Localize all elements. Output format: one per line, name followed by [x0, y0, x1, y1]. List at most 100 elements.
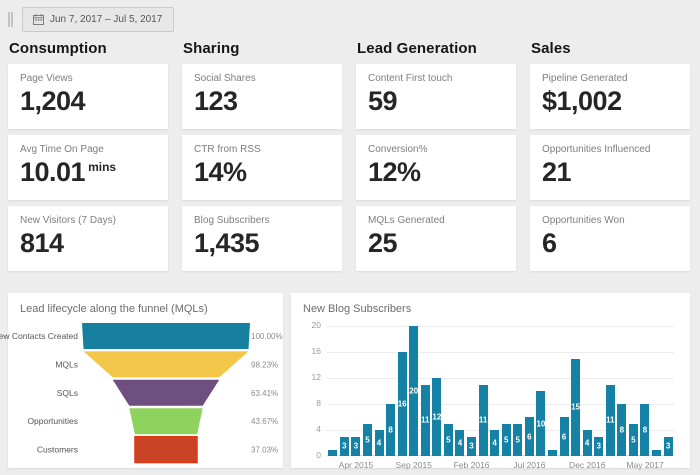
- bar-value-label: 8: [637, 426, 652, 435]
- metric-card-ctr-from-rss[interactable]: CTR from RSS 14%: [182, 135, 342, 200]
- funnel-stage-label: New Contacts Created: [0, 331, 78, 341]
- funnel-chart: New Contacts Created100.00%MQLs98.23%SQL…: [8, 318, 283, 466]
- metric-label: CTR from RSS: [194, 144, 330, 155]
- metric-card-content-first-touch[interactable]: Content First touch 59: [356, 64, 516, 129]
- metric-card-page-views[interactable]: Page Views 1,204: [8, 64, 168, 129]
- y-axis-tick-label: 16: [301, 346, 321, 356]
- bar[interactable]: 8: [617, 404, 626, 456]
- metric-label: Blog Subscribers: [194, 215, 330, 226]
- y-axis-tick-label: 4: [301, 424, 321, 434]
- funnel-stage-label: Opportunities: [27, 416, 78, 426]
- metric-card-opportunities-won[interactable]: Opportunities Won 6: [530, 206, 690, 271]
- bar-value-label: 8: [614, 426, 629, 435]
- funnel-stage-label: Customers: [37, 445, 78, 455]
- funnel-stage-percent: 100.00%: [251, 332, 283, 341]
- metric-card-blog-subscribers[interactable]: Blog Subscribers 1,435: [182, 206, 342, 271]
- metric-card-conversion[interactable]: Conversion% 12%: [356, 135, 516, 200]
- bar-value-label: 6: [522, 432, 537, 441]
- section-header: Consumption: [9, 40, 168, 57]
- bar[interactable]: 16: [398, 352, 407, 456]
- metric-value: 123: [194, 88, 330, 115]
- bar-series: 33548162011125431145561061543118583: [327, 326, 674, 456]
- calendar-icon: [33, 14, 44, 25]
- metric-label: Pipeline Generated: [542, 73, 678, 84]
- bar-value-label: 8: [383, 426, 398, 435]
- bar[interactable]: 12: [432, 378, 441, 456]
- metric-unit: mins: [88, 160, 116, 174]
- metric-value: 1,435: [194, 230, 330, 257]
- x-axis-tick-label: Sep 2015: [396, 460, 432, 470]
- funnel-segment-sqls[interactable]: [113, 380, 220, 406]
- metric-card-avg-time-on-page[interactable]: Avg Time On Page 10.01mins: [8, 135, 168, 200]
- metric-card-pipeline-generated[interactable]: Pipeline Generated $1,002: [530, 64, 690, 129]
- funnel-segment-customers[interactable]: [135, 437, 197, 463]
- metric-value: 1,204: [20, 88, 156, 115]
- bottom-charts-row: Lead lifecycle along the funnel (MQLs) N…: [8, 293, 690, 468]
- column-consumption: Consumption Page Views 1,204 Avg Time On…: [8, 38, 168, 277]
- bar-value-label: 10: [533, 419, 548, 428]
- metric-label: MQLs Generated: [368, 215, 504, 226]
- bar[interactable]: 3: [594, 437, 603, 457]
- metric-label: Opportunities Won: [542, 215, 678, 226]
- y-axis-tick-label: 0: [301, 450, 321, 460]
- metric-card-opportunities-influenced[interactable]: Opportunities Influenced 21: [530, 135, 690, 200]
- funnel-segment-mqls[interactable]: [83, 351, 248, 377]
- date-range-picker[interactable]: Jun 7, 2017 – Jul 5, 2017: [22, 7, 174, 32]
- bar[interactable]: 20: [409, 326, 418, 456]
- bar-value-label: 3: [661, 442, 676, 451]
- y-axis-tick-label: 12: [301, 372, 321, 382]
- funnel-segment-new-contacts-created[interactable]: [82, 323, 250, 349]
- bar-value-label: 12: [429, 413, 444, 422]
- metric-label: Conversion%: [368, 144, 504, 155]
- bar-chart-title: New Blog Subscribers: [303, 303, 676, 315]
- bar-value-label: 4: [372, 439, 387, 448]
- x-axis-tick-label: May 2017: [626, 460, 663, 470]
- bar-value-label: 11: [476, 416, 491, 425]
- date-range-label: Jun 7, 2017 – Jul 5, 2017: [50, 14, 162, 25]
- bar[interactable]: 10: [536, 391, 545, 456]
- x-axis-tick-label: Jul 2016: [513, 460, 545, 470]
- bar[interactable]: 6: [560, 417, 569, 456]
- metric-card-new-visitors[interactable]: New Visitors (7 Days) 814: [8, 206, 168, 271]
- bar-value-label: 16: [395, 400, 410, 409]
- metric-label: Opportunities Influenced: [542, 144, 678, 155]
- section-header: Sales: [531, 40, 690, 57]
- funnel-segment-opportunities[interactable]: [129, 408, 202, 434]
- metric-label: Content First touch: [368, 73, 504, 84]
- funnel-chart-panel: Lead lifecycle along the funnel (MQLs) N…: [8, 293, 283, 468]
- metric-value: 21: [542, 159, 678, 186]
- x-axis-tick-label: Feb 2016: [454, 460, 490, 470]
- x-axis-tick-label: Dec 2016: [569, 460, 605, 470]
- funnel-stage-label: MQLs: [55, 359, 78, 369]
- column-lead-generation: Lead Generation Content First touch 59 C…: [356, 38, 516, 277]
- metric-label: Page Views: [20, 73, 156, 84]
- metric-value: 814: [20, 230, 156, 257]
- bar[interactable]: 8: [640, 404, 649, 456]
- funnel-stage-label: SQLs: [57, 388, 78, 398]
- metric-value: 10.01mins: [20, 159, 156, 186]
- metric-value: $1,002: [542, 88, 678, 115]
- bar[interactable]: 3: [467, 437, 476, 457]
- bar-value-label: 20: [406, 387, 421, 396]
- section-header: Sharing: [183, 40, 342, 57]
- bar[interactable]: 3: [664, 437, 673, 457]
- column-sales: Sales Pipeline Generated $1,002 Opportun…: [530, 38, 690, 277]
- column-sharing: Sharing Social Shares 123 CTR from RSS 1…: [182, 38, 342, 277]
- metric-label: Social Shares: [194, 73, 330, 84]
- section-header: Lead Generation: [357, 40, 516, 57]
- funnel-stage-percent: 43.67%: [251, 417, 278, 426]
- metric-card-social-shares[interactable]: Social Shares 123: [182, 64, 342, 129]
- bar-value-label: 11: [603, 416, 618, 425]
- metric-card-mqls-generated[interactable]: MQLs Generated 25: [356, 206, 516, 271]
- metric-label: Avg Time On Page: [20, 144, 156, 155]
- metric-value: 14%: [194, 159, 330, 186]
- metric-value: 6: [542, 230, 678, 257]
- x-axis-labels: Apr 2015Sep 2015Feb 2016Jul 2016Dec 2016…: [327, 456, 674, 472]
- bar-chart-plot-area: 33548162011125431145561061543118583 0481…: [327, 326, 674, 456]
- bar[interactable]: 11: [606, 385, 615, 457]
- funnel-stage-percent: 98.23%: [251, 360, 278, 369]
- drag-handle-icon[interactable]: [8, 12, 13, 27]
- bar[interactable]: 8: [386, 404, 395, 456]
- y-axis-tick-label: 20: [301, 320, 321, 330]
- bar-chart: 33548162011125431145561061543118583 0481…: [327, 326, 674, 472]
